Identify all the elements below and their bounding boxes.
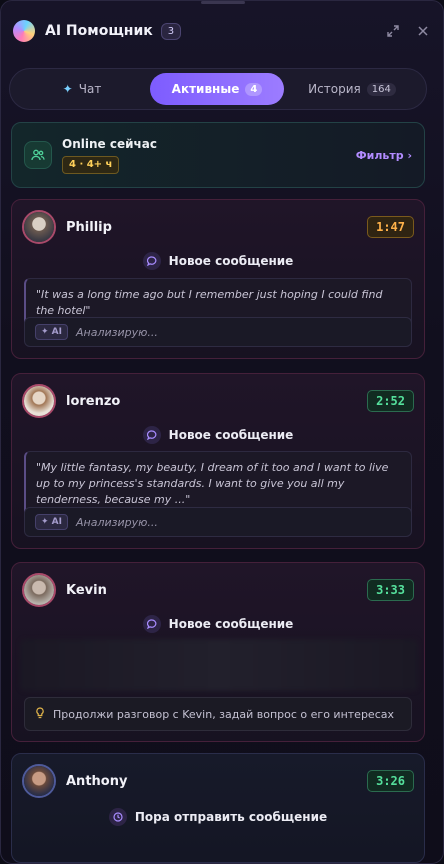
contact-name: lorenzo xyxy=(66,393,121,409)
event-line: Пора отправить сообщение xyxy=(12,808,424,826)
ai-status-text: Анализирую... xyxy=(76,325,158,339)
panel-title: AI Помощник xyxy=(45,23,153,39)
tab-active-label: Активные xyxy=(171,82,240,96)
reply-timer: 1:47 xyxy=(367,216,414,238)
panel-header: AI Помощник 3 xyxy=(1,1,443,61)
message-bubble-icon xyxy=(142,426,161,444)
ai-chip: ✦ AI xyxy=(35,324,68,340)
ai-chip: ✦ AI xyxy=(35,514,68,530)
tab-active[interactable]: Активные 4 xyxy=(150,73,284,105)
online-title: Online сейчас xyxy=(62,136,157,151)
reply-timer: 3:26 xyxy=(367,770,414,792)
chat-card-anthony[interactable]: Anthony 3:26 Пора отправить сообщение xyxy=(11,753,425,863)
avatar xyxy=(22,573,56,607)
online-count-chip: 4 · 4+ ч xyxy=(62,155,120,174)
blurred-message-area xyxy=(20,639,418,691)
event-label: Новое сообщение xyxy=(168,428,294,442)
filter-link[interactable]: Фильтр › xyxy=(356,149,412,162)
event-label: Пора отправить сообщение xyxy=(134,810,328,824)
online-now-card: Online сейчас 4 · 4+ ч Фильтр › xyxy=(11,122,425,188)
chat-card-phillip[interactable]: Phillip 1:47 Новое сообщение "It was a l… xyxy=(11,199,425,359)
avatar xyxy=(22,764,56,798)
assistant-logo-icon xyxy=(13,20,35,42)
ai-status-row: ✦ AI Анализирую... xyxy=(24,317,412,347)
tab-history[interactable]: История 164 xyxy=(284,73,420,105)
title-count-badge: 3 xyxy=(160,22,182,40)
close-icon[interactable] xyxy=(415,23,431,39)
contact-name: Anthony xyxy=(66,773,128,789)
clock-icon xyxy=(108,808,127,826)
users-icon xyxy=(24,141,52,169)
event-label: Новое сообщение xyxy=(168,617,294,631)
avatar xyxy=(22,384,56,418)
tab-active-badge: 4 xyxy=(245,82,263,96)
message-bubble-icon xyxy=(142,252,161,270)
lightbulb-icon xyxy=(35,706,45,722)
event-line: Новое сообщение xyxy=(12,426,424,444)
event-line: Новое сообщение xyxy=(12,252,424,270)
message-bubble-icon xyxy=(142,615,161,633)
contact-name: Phillip xyxy=(66,219,112,235)
expand-icon[interactable] xyxy=(385,23,401,39)
tab-history-label: История xyxy=(308,82,361,96)
ai-suggestion-row[interactable]: Продолжи разговор с Kevin, задай вопрос … xyxy=(24,697,412,731)
chat-card-kevin[interactable]: Kevin 3:33 Новое сообщение Продолжи разг… xyxy=(11,562,425,742)
tab-history-badge: 164 xyxy=(366,82,396,96)
event-line: Новое сообщение xyxy=(12,615,424,633)
chat-card-lorenzo[interactable]: lorenzo 2:52 Новое сообщение "My little … xyxy=(11,373,425,549)
reply-timer: 3:33 xyxy=(367,579,414,601)
tab-bar: ✦ Чат Активные 4 История 164 xyxy=(9,68,427,110)
event-label: Новое сообщение xyxy=(168,254,294,268)
ai-status-text: Анализирую... xyxy=(76,515,158,529)
contact-name: Kevin xyxy=(66,582,107,598)
sparkle-icon: ✦ xyxy=(62,82,73,96)
tab-chat[interactable]: ✦ Чат xyxy=(14,73,150,105)
avatar xyxy=(22,210,56,244)
ai-status-row: ✦ AI Анализирую... xyxy=(24,507,412,537)
tab-chat-label: Чат xyxy=(78,82,102,96)
assistant-panel: AI Помощник 3 ✦ Чат Активные 4 История 1… xyxy=(0,0,444,864)
ai-suggestion-text: Продолжи разговор с Kevin, задай вопрос … xyxy=(53,707,394,721)
reply-timer: 2:52 xyxy=(367,390,414,412)
